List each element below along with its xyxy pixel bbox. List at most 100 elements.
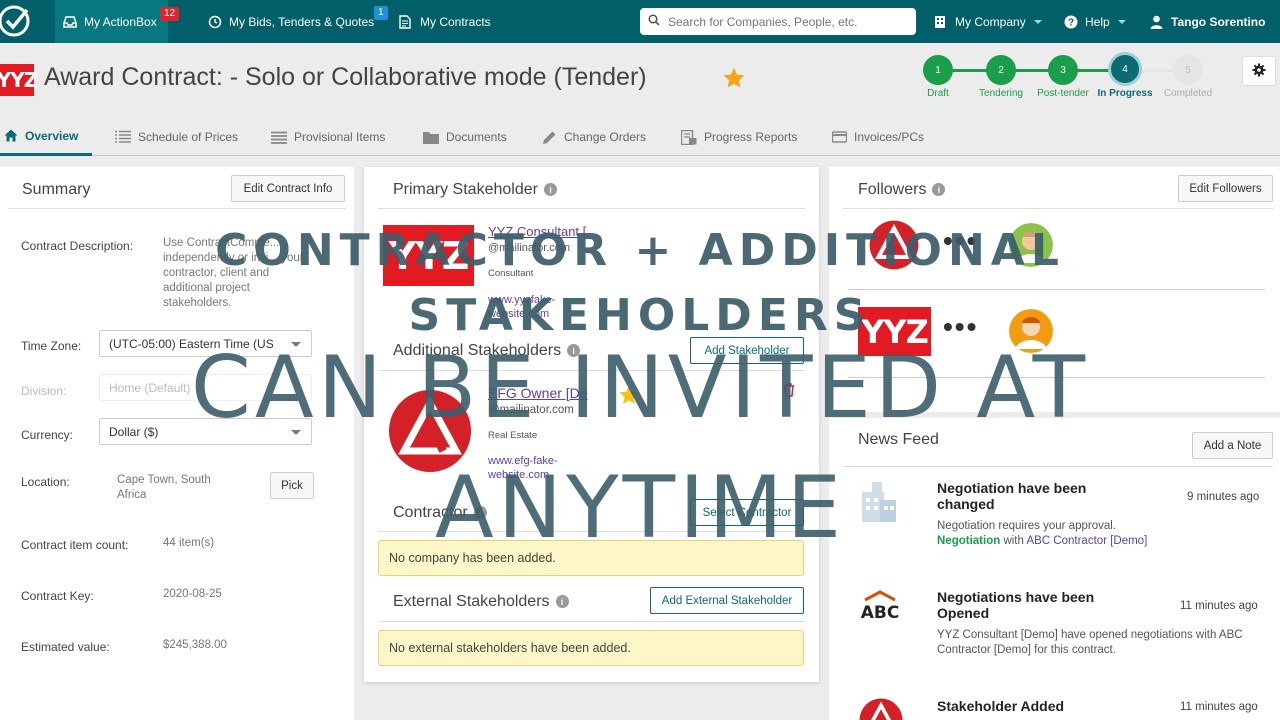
step-number: 2 xyxy=(998,64,1004,76)
external-stakeholders-title: External Stakeholders i xyxy=(393,593,569,611)
document-icon xyxy=(399,14,413,29)
tab-progress-label: Progress Reports xyxy=(704,130,798,144)
svg-text:ABC: ABC xyxy=(861,603,900,620)
nav-help-label: Help xyxy=(1085,14,1110,29)
estimated-value-label: Estimated value: xyxy=(21,640,110,654)
settings-button[interactable] xyxy=(1242,56,1276,86)
followers-title-text: Followers xyxy=(858,181,927,198)
nav-actionbox-label: My ActionBox xyxy=(84,14,157,29)
divider xyxy=(843,208,1273,209)
tab-schedule-of-prices[interactable]: Schedule of Prices xyxy=(115,118,238,156)
tab-schedule-label: Schedule of Prices xyxy=(138,130,239,144)
contract-key-value: 2020-08-25 xyxy=(163,588,222,600)
clock-icon xyxy=(208,15,222,29)
search-input[interactable] xyxy=(668,14,908,29)
nav-bids-label: My Bids, Tenders & Quotes xyxy=(229,14,375,29)
divider xyxy=(378,621,805,622)
caption-line-2: STAKEHOLDERS xyxy=(408,290,872,341)
add-external-stakeholder-button[interactable]: Add External Stakeholder xyxy=(650,587,804,614)
contract-key-label: Contract Key: xyxy=(21,589,94,603)
chevron-down-icon xyxy=(1117,19,1126,24)
info-icon[interactable]: i xyxy=(932,183,946,197)
info-icon[interactable]: i xyxy=(543,183,557,197)
step-label-tendering: Tendering xyxy=(979,88,1023,99)
global-search[interactable] xyxy=(640,8,916,35)
nav-actionbox[interactable]: My ActionBox xyxy=(55,0,168,43)
tab-provisional-items[interactable]: Provisional Items xyxy=(271,118,385,156)
nav-user-name: Tango Sorentino xyxy=(1171,14,1266,29)
primary-stakeholder-title-text: Primary Stakeholder xyxy=(393,181,538,198)
company-logo-text: YYZ xyxy=(0,68,38,92)
actionbox-count-badge: 12 xyxy=(160,7,180,21)
nav-my-company[interactable]: My Company xyxy=(934,0,1042,43)
bids-count-badge: 1 xyxy=(374,6,388,20)
nav-user-menu[interactable]: Tango Sorentino xyxy=(1150,0,1265,43)
progress-line-complete xyxy=(938,69,1125,72)
nav-my-company-label: My Company xyxy=(955,14,1026,29)
tab-change-orders[interactable]: Change Orders xyxy=(542,118,646,156)
inbox-icon xyxy=(63,15,77,29)
news-item-body: YYZ Consultant [Demo] have opened negoti… xyxy=(937,629,1243,656)
estimated-value: $245,388.00 xyxy=(163,639,227,651)
user-icon xyxy=(1150,15,1164,29)
tab-progress-reports[interactable]: Progress Reports xyxy=(681,118,797,156)
step-number: 4 xyxy=(1122,63,1128,75)
edit-contract-info-button[interactable]: Edit Contract Info xyxy=(231,175,345,202)
no-external-stakeholders-notice: No external stakeholders have been added… xyxy=(378,630,804,666)
folder-icon xyxy=(423,131,439,144)
step-label-draft: Draft xyxy=(927,88,949,99)
building-icon xyxy=(934,15,948,29)
caption-line-1: CONTRACTOR + ADDITIONAL xyxy=(215,225,1065,276)
tab-overview[interactable]: Overview xyxy=(0,118,93,156)
tab-invoices-label: Invoices/PCs xyxy=(854,130,925,144)
tab-change-orders-label: Change Orders xyxy=(564,130,647,144)
news-item-time: 11 minutes ago xyxy=(1180,600,1258,612)
news-item-time: 11 minutes ago xyxy=(1180,701,1258,713)
gear-icon xyxy=(1252,63,1266,80)
svg-text:?: ? xyxy=(1068,17,1074,28)
step-3-circle: 3 xyxy=(1048,55,1078,85)
chevron-down-icon xyxy=(1033,19,1042,24)
pencil-icon xyxy=(542,130,557,145)
info-icon[interactable]: i xyxy=(555,595,569,609)
table-list-icon xyxy=(271,131,287,144)
divider xyxy=(8,208,346,209)
tab-documents[interactable]: Documents xyxy=(423,118,507,156)
contract-tabs: Overview Schedule of Prices Provisional … xyxy=(0,118,1280,156)
tab-provisional-label: Provisional Items xyxy=(294,130,386,144)
efg-owner-logo-icon xyxy=(859,698,903,720)
step-label-completed: Completed xyxy=(1163,88,1213,99)
step-number: 1 xyxy=(935,64,941,76)
tab-invoices[interactable]: Invoices/PCs xyxy=(832,118,924,156)
external-stakeholders-title-text: External Stakeholders xyxy=(393,593,550,610)
nav-contracts[interactable]: My Contracts xyxy=(399,0,491,43)
step-number: 5 xyxy=(1185,64,1191,76)
search-icon xyxy=(648,14,660,29)
followers-title: Followers i xyxy=(858,181,946,199)
tab-documents-label: Documents xyxy=(446,130,507,144)
step-number: 3 xyxy=(1060,64,1066,76)
abc-logo-icon: ABC xyxy=(861,590,900,620)
company-logo: YYZ xyxy=(0,64,38,96)
favorite-star-icon[interactable] xyxy=(722,66,746,90)
nav-bids[interactable]: My Bids, Tenders & Quotes xyxy=(208,0,374,43)
tab-overview-label: Overview xyxy=(25,128,79,143)
step-5-circle: 5 xyxy=(1173,55,1203,85)
summary-title: Summary xyxy=(22,181,91,198)
news-item-title: Stakeholder Added xyxy=(937,698,1065,714)
caption-line-4: ANYTIME xyxy=(434,458,846,558)
list-icon xyxy=(115,130,131,144)
nav-contracts-label: My Contracts xyxy=(420,14,491,29)
step-4-circle: 4 xyxy=(1108,52,1142,86)
report-icon xyxy=(681,129,697,145)
nav-help[interactable]: ? Help xyxy=(1064,0,1126,43)
page-title: Award Contract: - Solo or Collaborative … xyxy=(44,63,647,91)
step-label-in-progress: In Progress xyxy=(1097,88,1153,99)
step-2-circle: 2 xyxy=(986,55,1016,85)
top-navigation-bar: My ActionBox 12 My Bids, Tenders & Quote… xyxy=(0,0,1280,43)
caption-line-3: CAN BE INVITED AT xyxy=(190,338,1090,438)
edit-followers-button[interactable]: Edit Followers xyxy=(1178,175,1273,202)
app-logo-icon[interactable] xyxy=(0,2,34,40)
divider xyxy=(378,208,805,209)
step-label-post-tender: Post-tender xyxy=(1037,88,1089,99)
